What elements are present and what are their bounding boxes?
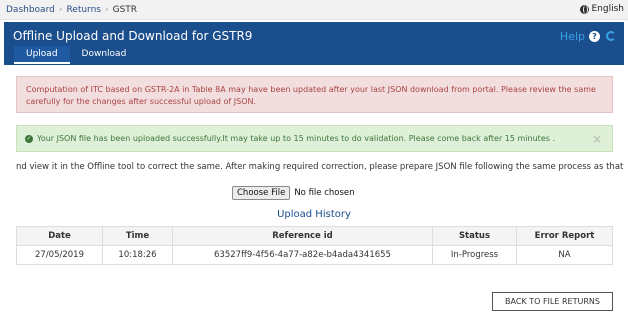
instruction-text: nd view it in the Offline tool to correc… [16,162,624,172]
column-header-date: Date [16,226,103,246]
back-to-file-returns-button[interactable]: BACK TO FILE RETURNS [492,292,613,311]
breadcrumb-bar: Dashboard › Returns › GSTR English [0,0,628,20]
check-circle-icon: ✓ [25,134,33,143]
choose-file-button[interactable]: Choose File [232,186,291,200]
file-status: No file chosen [294,188,355,198]
page-header: Offline Upload and Download for GSTR9 He… [4,22,624,65]
help-icon: ? [589,31,600,42]
breadcrumb-separator: › [58,4,63,15]
table-header-row: Date Time Reference id Status Error Repo… [16,226,613,246]
breadcrumb-separator: › [105,4,109,15]
upload-success-alert: ✓ Your JSON file has been uploaded succe… [16,125,613,152]
breadcrumb-dashboard[interactable]: Dashboard [6,5,55,15]
help-link[interactable]: Help ? [560,30,600,43]
cell-time: 10:18:26 [102,245,173,265]
language-selector[interactable]: English [579,4,625,14]
breadcrumb-returns[interactable]: Returns [66,5,101,15]
tab-bar: Upload Download [14,46,138,64]
cell-date: 27/05/2019 [16,245,103,265]
table-row: 27/05/2019 10:18:26 63527ff9-4f56-4a77-a… [16,245,613,265]
upload-history-title: Upload History [277,209,351,220]
column-header-time: Time [102,226,173,246]
globe-icon [579,4,589,14]
itc-warning-alert: Computation of ITC based on GSTR-2A in T… [16,76,613,113]
close-icon[interactable]: × [592,132,602,146]
language-label: English [591,4,625,14]
tab-upload[interactable]: Upload [14,46,70,64]
column-header-error-report: Error Report [516,226,613,246]
cell-reference-id: 63527ff9-4f56-4a77-a82e-b4ada4341655 [172,245,433,265]
tab-download[interactable]: Download [70,46,139,64]
upload-history-table: Date Time Reference id Status Error Repo… [16,226,613,265]
cell-status: In-Progress [432,245,517,265]
column-header-reference-id: Reference id [172,226,433,246]
cell-error-report: NA [516,245,613,265]
page-title: Offline Upload and Download for GSTR9 [13,29,253,43]
help-label: Help [559,30,585,43]
column-header-status: Status [432,226,517,246]
breadcrumb-current: GSTR [112,4,138,15]
file-input: Choose File No file chosen [232,186,355,200]
refresh-icon[interactable] [606,31,616,41]
success-message: Your JSON file has been uploaded success… [37,134,555,143]
